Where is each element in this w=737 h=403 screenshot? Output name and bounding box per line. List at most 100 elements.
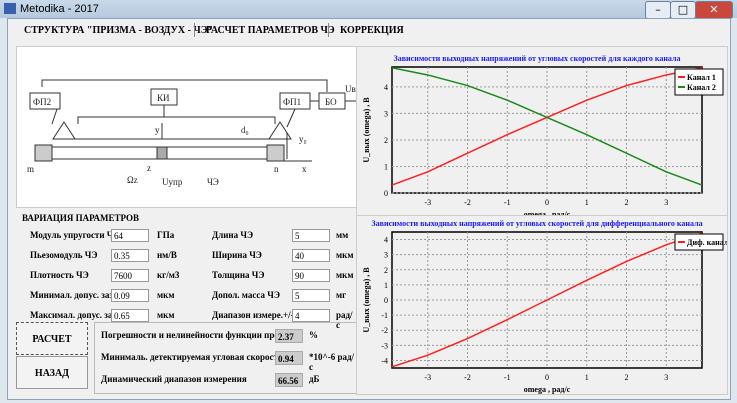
params-group: ВАРИАЦИЯ ПАРАМЕТРОВ Модуль упругости ЧЭ 6… (16, 211, 356, 330)
tab-divider (328, 23, 329, 37)
y-tick-label: 1 (384, 281, 388, 290)
results-panel: Погрешности и нелинейности функции преоб… (94, 322, 358, 394)
x-tick-label: -3 (424, 373, 431, 382)
result-label: Динамический диапазон измерения (101, 374, 247, 384)
param-label: Ширина ЧЭ (212, 250, 262, 260)
tab-divider (194, 23, 195, 37)
x-tick-label: 1 (585, 198, 589, 207)
prism-lines (51, 100, 359, 140)
plot-area (391, 66, 703, 194)
param-input[interactable]: 7600 (111, 269, 149, 282)
x-tick-label: -1 (504, 198, 511, 207)
result-unit: дБ (309, 374, 320, 384)
label-n: n (274, 164, 279, 174)
param-unit: кг/м3 (157, 270, 180, 280)
y-axis-label: U_вых (omega) , В (362, 97, 371, 163)
label-fp1: ФП1 (283, 97, 301, 107)
x-tick-label: -2 (464, 373, 471, 382)
param-input[interactable]: 0.09 (111, 289, 149, 302)
x-tick-label: -1 (504, 373, 511, 382)
tab-calc-params[interactable]: РАСЧЕТ ПАРАМЕТРОВ ЧЭ (200, 23, 341, 38)
param-label: Допол. масса ЧЭ (212, 290, 280, 300)
mass-right (266, 144, 285, 162)
x-tick-label: 0 (545, 198, 549, 207)
chart-svg: Зависимости выходных напряжений от углов… (362, 54, 724, 219)
x-axis-label: omega , рад/с (524, 385, 571, 394)
result-label: Минималь. детектируемая угловая скорость (101, 352, 283, 362)
result-value: 66.56 (275, 373, 303, 387)
mass-center (156, 146, 168, 160)
y-tick-label: -2 (381, 326, 388, 335)
y-tick-label: 2 (384, 136, 388, 145)
maximize-button[interactable]: □ (670, 1, 696, 19)
tab-structure[interactable]: СТРУКТУРА "ПРИЗМА - ВОЗДУХ - ЧЭ" (18, 23, 219, 38)
param-input[interactable]: 90 (292, 269, 330, 282)
param-label: Минимал. допус. зазор (30, 290, 123, 300)
param-unit: мкм (336, 270, 354, 280)
x-tick-label: 0 (545, 373, 549, 382)
calc-button[interactable]: РАСЧЕТ (16, 322, 88, 355)
label-ce: ЧЭ (207, 177, 219, 187)
legend-entry: Диф. канал (687, 238, 727, 247)
chart-svg: Зависимости выходных напряжений от углов… (362, 219, 729, 394)
result-unit: % (309, 330, 318, 340)
label-m: m (27, 164, 34, 174)
label-bo: БО (325, 97, 337, 107)
window-title: Metodika - 2017 (20, 3, 99, 15)
param-unit: ГПа (157, 230, 175, 240)
mass-left (34, 144, 53, 162)
legend-entry: Канал 2 (687, 83, 716, 92)
param-label: Диапазон измере.+/- (212, 310, 294, 320)
param-input[interactable]: 0.35 (111, 249, 149, 262)
result-unit: *10^-6 рад/с (309, 352, 355, 372)
param-input[interactable]: 40 (292, 249, 330, 262)
tab-correction[interactable]: КОРРЕКЦИЯ (334, 23, 410, 38)
legend-entry: Канал 1 (687, 73, 716, 82)
param-label: Модуль упругости ЧЭ (30, 230, 120, 240)
y-tick-label: -1 (381, 311, 388, 320)
y-tick-label: 2 (384, 266, 388, 275)
param-input[interactable]: 64 (111, 229, 149, 242)
chart-title: Зависимости выходных напряжений от углов… (371, 219, 702, 228)
x-tick-label: 2 (624, 373, 628, 382)
y-axis-label: U_вых (omega) , В (362, 267, 371, 333)
param-unit: мкм (157, 290, 175, 300)
diagram-svg: ФП2 КИ ФП1 БО Uвых y d₀ y₀ m n x z Ωz Uу… (27, 79, 367, 187)
param-unit: мг (336, 290, 347, 300)
x-tick-label: -2 (464, 198, 471, 207)
label-d0: d₀ (241, 125, 249, 135)
x-tick-label: 3 (664, 198, 668, 207)
chart-channels: Зависимости выходных напряжений от углов… (356, 46, 728, 219)
label-ki: КИ (157, 93, 170, 103)
param-input[interactable]: 5 (292, 229, 330, 242)
result-label: Погрешности и нелинейности функции преоб… (101, 330, 290, 340)
x-tick-label: 3 (664, 373, 668, 382)
result-value: 2.37 (275, 329, 303, 343)
result-value: 0.94 (275, 351, 303, 365)
label-fp2: ФП2 (33, 97, 51, 107)
param-unit: мкм (336, 250, 354, 260)
param-input[interactable]: 5 (292, 289, 330, 302)
feedback-line (41, 79, 328, 92)
label-y0: y₀ (299, 134, 307, 144)
title-bar: Metodika - 2017 – □ ✕ (0, 0, 737, 19)
axes-lines (161, 123, 312, 162)
param-label: Толщина ЧЭ (212, 270, 265, 280)
x-tick-label: 1 (585, 373, 589, 382)
app-icon (4, 3, 16, 14)
y-tick-label: 4 (384, 236, 388, 245)
minimize-button[interactable]: – (645, 1, 671, 19)
label-y: y (155, 125, 160, 135)
back-button[interactable]: НАЗАД (16, 356, 88, 389)
param-input[interactable]: 4 (292, 309, 330, 322)
close-button[interactable]: ✕ (695, 1, 733, 19)
param-unit: мм (336, 230, 349, 240)
param-label: Пьезомодуль ЧЭ (30, 250, 98, 260)
y-tick-label: -4 (381, 356, 388, 365)
params-title: ВАРИАЦИЯ ПАРАМЕТРОВ (22, 213, 139, 223)
y-tick-label: 4 (384, 83, 388, 92)
param-input[interactable]: 0.65 (111, 309, 149, 322)
y-tick-label: 1 (384, 162, 388, 171)
structure-diagram: ФП2 КИ ФП1 БО Uвых y d₀ y₀ m n x z Ωz Uу… (16, 46, 367, 208)
label-x: x (302, 164, 307, 174)
